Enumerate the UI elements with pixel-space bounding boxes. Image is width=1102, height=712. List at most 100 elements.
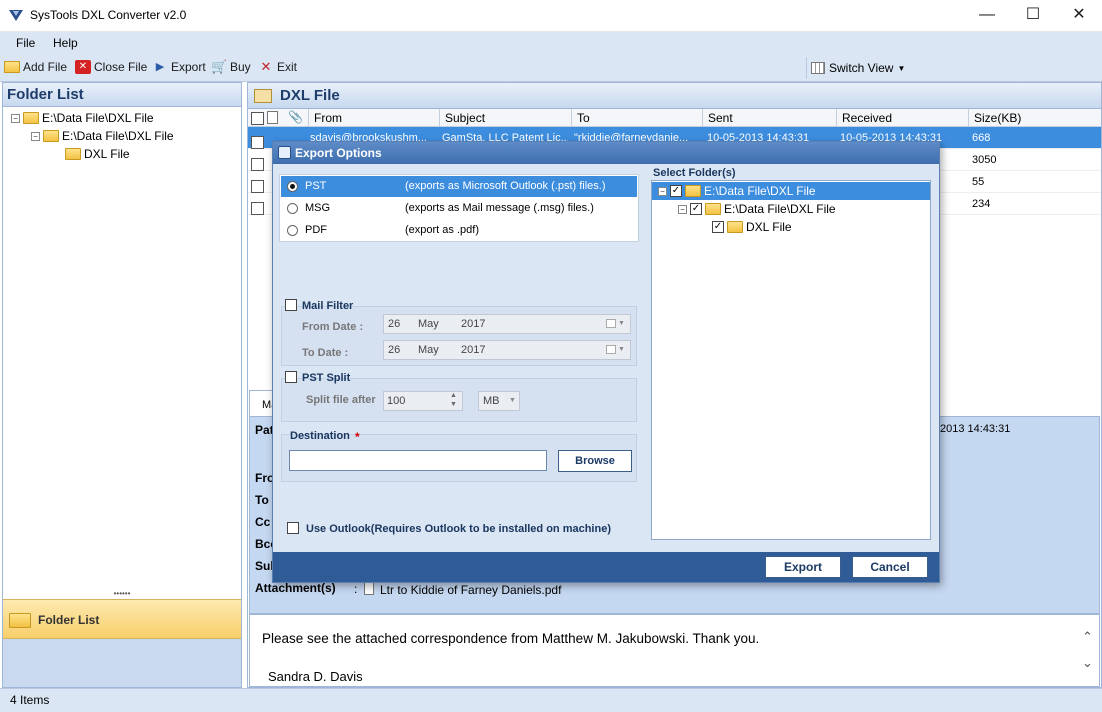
select-all-checkbox[interactable]: [251, 112, 264, 126]
col-to[interactable]: To: [571, 109, 702, 127]
minimize-button[interactable]: —: [964, 0, 1010, 31]
split-size-value: 100: [387, 395, 406, 407]
window-title: SysTools DXL Converter v2.0: [30, 8, 187, 22]
split-size-input[interactable]: 100 ▲ ▼: [383, 391, 463, 411]
collapse-icon[interactable]: −: [11, 113, 20, 123]
add-file-button[interactable]: Add File: [4, 60, 67, 74]
buy-label: Buy: [230, 60, 251, 74]
menu-help[interactable]: Help: [53, 36, 78, 50]
col-subject[interactable]: Subject: [439, 109, 571, 127]
select-tree-root[interactable]: − ✓ E:\Data File\DXL File: [658, 184, 816, 198]
dxl-file-title: DXL File: [280, 87, 340, 104]
option-msg-desc: (exports as Mail message (.msg) files.): [405, 202, 594, 214]
collapse-icon[interactable]: −: [678, 204, 687, 214]
export-button[interactable]: ▶ Export: [152, 60, 206, 74]
folder-list-nav-button[interactable]: Folder List: [3, 599, 241, 639]
option-pst[interactable]: PST (exports as Microsoft Outlook (.pst)…: [281, 176, 637, 197]
mail-filter-checkbox[interactable]: [285, 299, 297, 311]
row-checkbox[interactable]: [251, 201, 264, 215]
row-checkbox[interactable]: [251, 135, 264, 149]
tree-leaf-label: DXL File: [84, 147, 130, 161]
folder-checkbox[interactable]: ✓: [690, 203, 702, 215]
export-options-icon: [278, 146, 291, 159]
spin-arrows-icon[interactable]: ▲ ▼: [450, 391, 457, 409]
row-checkbox[interactable]: [251, 179, 264, 193]
tree-child-label: E:\Data File\DXL File: [62, 129, 174, 143]
body-line-2: Sandra D. Davis: [268, 669, 363, 684]
use-outlook-label: Use Outlook(Requires Outlook to be insta…: [306, 523, 611, 535]
cell-size: 3050: [972, 154, 997, 166]
option-pdf-desc: (export as .pdf): [405, 224, 479, 236]
exit-label: Exit: [277, 60, 298, 74]
col-from[interactable]: From: [308, 109, 439, 127]
pst-split-label: PST Split: [302, 372, 351, 384]
document-icon: [267, 111, 278, 124]
menu-bar: File Help: [0, 32, 1102, 56]
use-outlook-checkbox[interactable]: [287, 522, 299, 534]
app-logo-icon: [9, 10, 23, 21]
destination-input[interactable]: [289, 450, 547, 471]
folder-icon: [23, 112, 39, 124]
browse-button[interactable]: Browse: [558, 450, 632, 472]
pst-split-checkbox[interactable]: [285, 371, 297, 383]
split-after-label: Split file after: [306, 394, 376, 406]
option-pdf[interactable]: PDF (export as .pdf): [281, 220, 637, 241]
option-msg-name: MSG: [305, 202, 331, 214]
scroll-up-icon[interactable]: ⌃: [1082, 629, 1093, 645]
exit-button[interactable]: ✕ Exit: [258, 60, 298, 75]
col-size[interactable]: Size(KB): [968, 109, 1101, 127]
export-confirm-button[interactable]: Export: [765, 556, 841, 578]
from-date-picker[interactable]: 26 May 2017 ▼: [383, 314, 631, 334]
close-window-button[interactable]: ✕: [1056, 0, 1102, 31]
dialog-title: Export Options: [295, 146, 382, 160]
folder-open-icon: [43, 130, 59, 142]
required-marker: *: [355, 430, 360, 444]
destination-label: Destination: [290, 430, 350, 442]
folder-icon: [9, 613, 31, 628]
grid-header: 📎 From Subject To Sent Received Size(KB): [248, 109, 1101, 127]
grid-view-icon: [811, 62, 825, 74]
radio-msg[interactable]: [287, 202, 298, 214]
to-date-picker[interactable]: 26 May 2017 ▼: [383, 340, 631, 360]
option-pdf-name: PDF: [305, 224, 327, 236]
row-checkbox[interactable]: [251, 157, 264, 171]
folder-icon: [65, 148, 81, 160]
attachments-label: Attachment(s): [255, 581, 336, 595]
from-year: 2017: [461, 318, 486, 330]
select-folders-tree: − ✓ E:\Data File\DXL File − ✓ E:\Data Fi…: [651, 180, 931, 540]
split-unit-select[interactable]: MB ▼: [478, 391, 520, 411]
menu-file[interactable]: File: [16, 36, 35, 50]
col-received[interactable]: Received: [836, 109, 968, 127]
radio-pst[interactable]: [287, 180, 298, 192]
folder-open-icon: [705, 203, 721, 215]
folder-checkbox[interactable]: ✓: [712, 221, 724, 233]
tree-leaf[interactable]: DXL File: [65, 147, 130, 161]
col-sent[interactable]: Sent: [702, 109, 836, 127]
select-tree-child[interactable]: − ✓ E:\Data File\DXL File: [678, 202, 836, 216]
maximize-button[interactable]: ☐: [1010, 0, 1056, 31]
buy-button[interactable]: 🛒 Buy: [211, 59, 251, 75]
attachment-link[interactable]: Ltr to Kiddie of Farney Daniels.pdf: [380, 583, 561, 597]
select-tree-leaf[interactable]: ✓ DXL File: [712, 220, 792, 234]
close-file-button[interactable]: ✕ Close File: [75, 60, 147, 74]
pane-splitter[interactable]: ••••••: [3, 590, 241, 599]
chevron-down-icon: ▼: [618, 320, 625, 327]
to-day: 26: [388, 344, 401, 356]
option-msg[interactable]: MSG (exports as Mail message (.msg) file…: [281, 198, 637, 219]
folder-checkbox[interactable]: ✓: [670, 185, 682, 197]
tree-root-label: E:\Data File\DXL File: [42, 111, 154, 125]
cell-size: 55: [972, 176, 985, 188]
cancel-button[interactable]: Cancel: [852, 556, 928, 578]
calendar-icon: [606, 319, 616, 328]
collapse-icon[interactable]: −: [31, 131, 40, 141]
tree-root[interactable]: − E:\Data File\DXL File: [11, 111, 154, 125]
chevron-down-icon: ▼: [509, 397, 516, 404]
tree-child[interactable]: − E:\Data File\DXL File: [31, 129, 174, 143]
collapse-icon[interactable]: −: [658, 186, 667, 196]
options-column: PST (exports as Microsoft Outlook (.pst)…: [273, 166, 643, 550]
cart-icon: 🛒: [211, 59, 228, 74]
to-date-label: To Date :: [302, 347, 349, 359]
scroll-down-icon[interactable]: ⌄: [1082, 655, 1093, 671]
switch-view-button[interactable]: Switch View ▼: [806, 57, 1102, 79]
radio-pdf[interactable]: [287, 224, 298, 236]
